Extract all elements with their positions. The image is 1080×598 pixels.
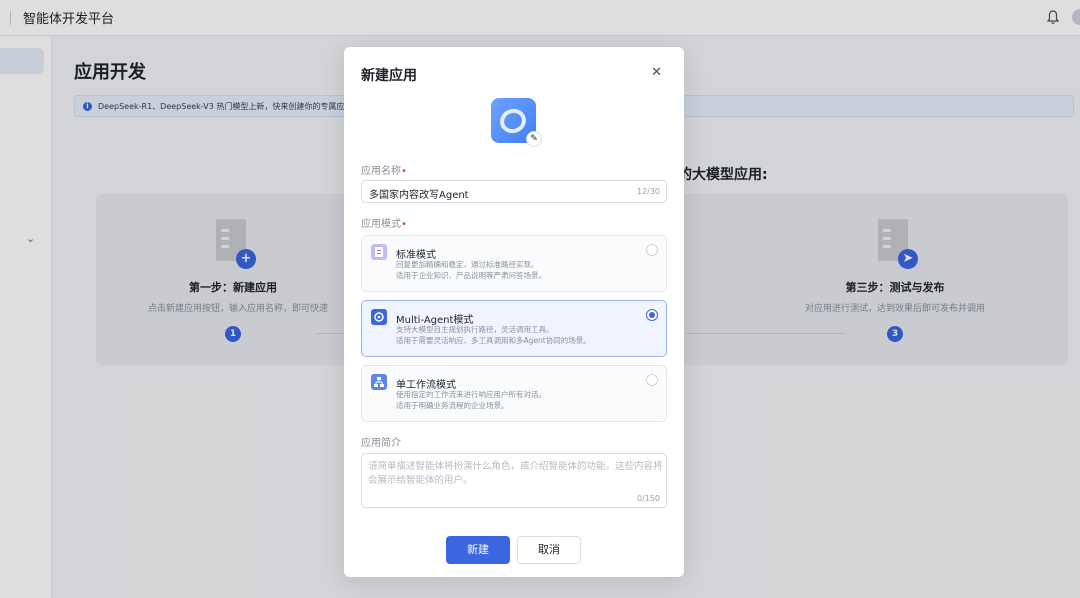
name-label: 应用名称• xyxy=(361,166,407,177)
dialog-title: 新建应用 xyxy=(361,68,417,84)
app-logo-icon xyxy=(496,105,530,137)
mode-card-multi-agent[interactable]: Multi-Agent模式 支持大模型自主规划执行路径，灵活调用工具。 适用于需… xyxy=(361,300,667,357)
mode-desc: 支持大模型自主规划执行路径，灵活调用工具。 适用于需要灵活响应、多工具调用和多A… xyxy=(396,325,591,345)
intro-placeholder: 请简单描述智能体将扮演什么角色，或介绍智能体的功能。这些内容将会展示给智能体的用… xyxy=(368,461,663,486)
new-app-dialog: 新建应用 ✕ ✎ 应用名称• 多国家内容改写Agent 12/30 应用模式• … xyxy=(344,47,684,577)
multi-agent-icon xyxy=(371,309,387,325)
edit-icon[interactable]: ✎ xyxy=(526,131,542,147)
intro-count: 0/150 xyxy=(636,494,660,503)
standard-mode-icon xyxy=(371,244,387,260)
app-name-value: 多国家内容改写Agent xyxy=(369,190,469,201)
create-button[interactable]: 新建 xyxy=(446,536,510,564)
mode-label: 应用模式• xyxy=(361,219,407,230)
app-intro-field[interactable]: 请简单描述智能体将扮演什么角色，或介绍智能体的功能。这些内容将会展示给智能体的用… xyxy=(361,453,667,508)
mode-card-standard[interactable]: 标准模式 回复更加精确和稳定，通过标准路径实现。 适用于企业知识、产品说明等严肃… xyxy=(361,235,667,292)
mode-desc: 回复更加精确和稳定，通过标准路径实现。 适用于企业知识、产品说明等严肃问答场景。 xyxy=(396,260,546,280)
close-icon[interactable]: ✕ xyxy=(651,65,662,81)
intro-label: 应用简介 xyxy=(361,438,401,449)
mode-radio[interactable] xyxy=(646,244,658,256)
mode-radio[interactable] xyxy=(646,309,658,321)
workflow-icon xyxy=(371,374,387,390)
mode-card-workflow[interactable]: 单工作流模式 使用指定的工作流来进行响应用户所有对话。 适用于明确业务流程的企业… xyxy=(361,365,667,422)
cancel-button[interactable]: 取消 xyxy=(517,536,581,564)
mode-radio[interactable] xyxy=(646,374,658,386)
app-name-field[interactable]: 多国家内容改写Agent 12/30 xyxy=(361,180,667,203)
app-name-count: 12/30 xyxy=(636,187,660,196)
app-avatar[interactable]: ✎ xyxy=(491,98,542,147)
mode-desc: 使用指定的工作流来进行响应用户所有对话。 适用于明确业务流程的企业场景。 xyxy=(396,390,546,410)
